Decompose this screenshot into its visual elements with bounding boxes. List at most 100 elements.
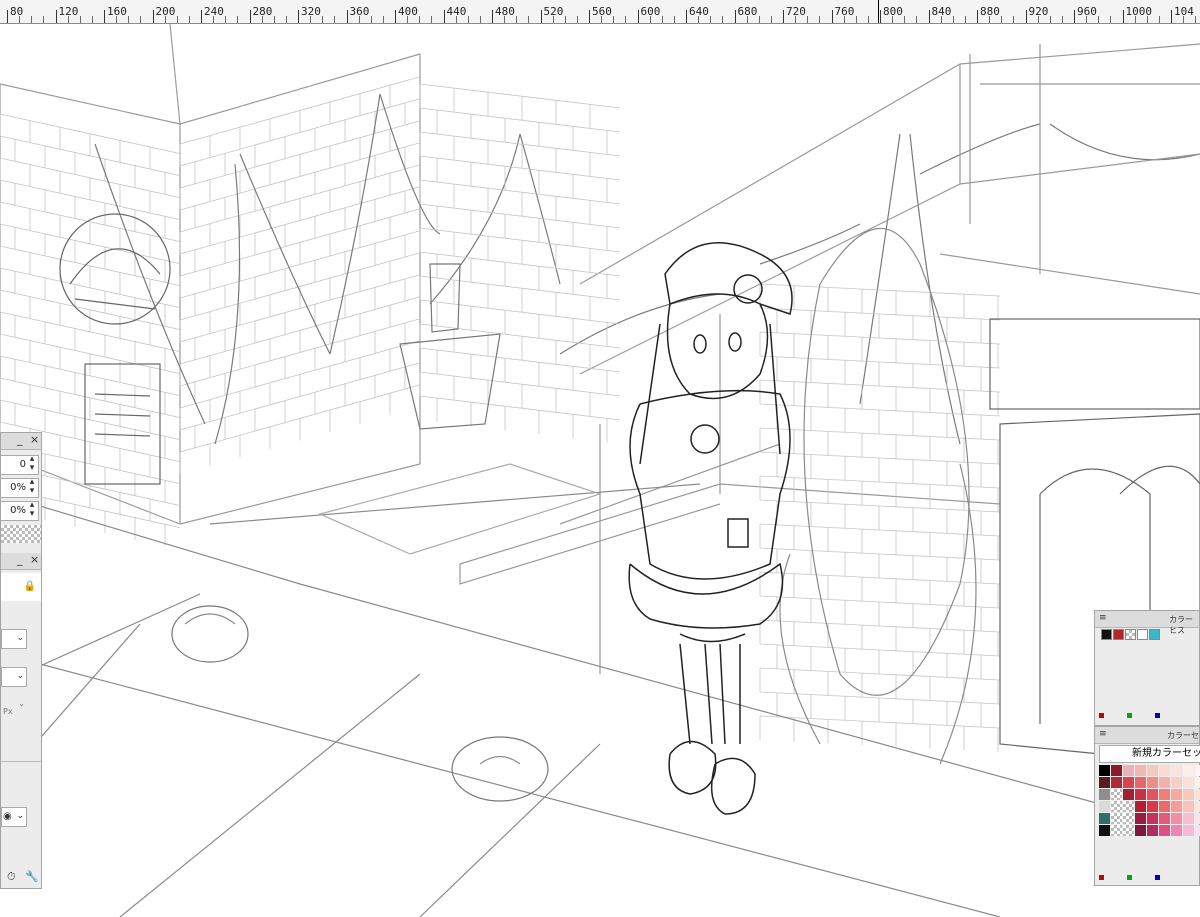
close-button[interactable]: × (30, 434, 39, 446)
color-swatch[interactable] (1135, 765, 1146, 776)
color-swatch[interactable] (1147, 813, 1158, 824)
color-swatch[interactable] (1171, 777, 1182, 788)
color-swatch[interactable] (1123, 825, 1134, 836)
color-swatch[interactable] (1147, 801, 1158, 812)
right-building-railing (459, 43, 1200, 674)
ruler-major-tick (346, 10, 348, 23)
color-swatch[interactable] (1195, 765, 1200, 776)
stepper-arrows-icon[interactable]: ▴ ▾ (27, 478, 37, 496)
color-swatch[interactable] (1171, 801, 1182, 812)
horizontal-ruler[interactable]: 80 120 160 200 240 280 320 360 400 440 480 520 560 60… (0, 0, 1200, 24)
color-swatch[interactable] (1099, 813, 1110, 824)
value-stepper-3[interactable]: 0% ▴ ▾ (1, 501, 39, 521)
stepper-arrows-icon[interactable]: ▴ ▾ (27, 501, 37, 519)
color-swatch[interactable] (1183, 801, 1194, 812)
drawing-canvas[interactable] (0, 24, 1200, 917)
color-swatch[interactable] (1123, 777, 1134, 788)
color-swatch[interactable] (1135, 801, 1146, 812)
color-swatch[interactable] (1171, 789, 1182, 800)
color-swatch[interactable] (1135, 777, 1146, 788)
color-swatch[interactable] (1171, 825, 1182, 836)
color-swatch[interactable] (1147, 789, 1158, 800)
settings-dial-icon[interactable]: ⏱ (7, 870, 16, 884)
color-swatch[interactable] (1111, 789, 1122, 800)
transparency-swatch[interactable] (1, 525, 41, 543)
history-swatch[interactable] (1137, 629, 1148, 640)
color-swatch[interactable] (1159, 789, 1170, 800)
color-swatch[interactable] (1147, 777, 1158, 788)
minimize-button[interactable]: _ (17, 554, 23, 566)
color-swatch[interactable] (1135, 825, 1146, 836)
ruler-major-tick (443, 10, 445, 23)
color-swatch[interactable] (1159, 777, 1170, 788)
history-swatch[interactable] (1101, 629, 1112, 640)
minimize-button[interactable]: _ (17, 434, 23, 446)
ruler-major-tick (492, 10, 493, 23)
blend-dropdown[interactable]: ⌄ (1, 629, 27, 649)
color-swatch[interactable] (1111, 801, 1122, 812)
color-swatch[interactable] (1183, 825, 1194, 836)
ruler-minor-tick (382, 16, 384, 23)
stepper-arrows-icon[interactable]: ▴ ▾ (27, 455, 37, 473)
color-swatch[interactable] (1099, 777, 1110, 788)
color-swatch[interactable] (1135, 813, 1146, 824)
history-swatch[interactable] (1113, 629, 1124, 640)
color-swatch[interactable] (1123, 765, 1134, 776)
color-swatch[interactable] (1099, 789, 1110, 800)
color-swatch[interactable] (1147, 825, 1158, 836)
ruler-label: 1000 (1125, 5, 1153, 18)
value-stepper-2[interactable]: 0% ▴ ▾ (1, 478, 39, 498)
wrench-icon[interactable]: 🔧 (25, 870, 39, 883)
unit-select[interactable]: Px ⌄ (1, 695, 27, 719)
chevron-down-icon: ⌄ (18, 699, 25, 708)
color-history-panel[interactable]: ≡ カラーヒス (1094, 610, 1200, 726)
color-swatch[interactable] (1147, 765, 1158, 776)
color-swatch[interactable] (1195, 789, 1200, 800)
ruler-major-tick (928, 10, 930, 23)
color-set-panel[interactable]: ≡ カラーセ 新規カラーセット (1094, 726, 1200, 886)
color-swatch[interactable] (1195, 813, 1200, 824)
shape-dropdown[interactable]: ⌄ (1, 667, 27, 687)
history-swatch[interactable] (1125, 629, 1136, 640)
color-swatch[interactable] (1159, 801, 1170, 812)
color-swatch[interactable] (1099, 825, 1110, 836)
color-swatch[interactable] (1171, 765, 1182, 776)
color-swatch[interactable] (1123, 801, 1134, 812)
color-swatch[interactable] (1123, 813, 1134, 824)
color-swatch[interactable] (1111, 777, 1122, 788)
close-button[interactable]: × (30, 554, 39, 566)
color-swatch[interactable] (1171, 813, 1182, 824)
ruler-minor-tick (710, 16, 712, 23)
color-swatch[interactable] (1183, 777, 1194, 788)
value-stepper-1[interactable]: 0 ▴ ▾ (1, 455, 39, 475)
color-swatch[interactable] (1195, 801, 1200, 812)
color-swatch[interactable] (1135, 789, 1146, 800)
ruler-major-tick (783, 10, 784, 23)
color-swatch[interactable] (1183, 765, 1194, 776)
color-swatch[interactable] (1111, 765, 1122, 776)
ruler-minor-tick (1146, 16, 1148, 23)
color-swatch[interactable] (1123, 789, 1134, 800)
color-swatch[interactable] (1195, 825, 1200, 836)
color-swatch[interactable] (1183, 813, 1194, 824)
tool-property-panel[interactable]: _ × 0 ▴ ▾ 0% ▴ ▾ 0% ▴ ▾ _ × 🔒 ⌄ ⌄ Px ⌄ ◉ ⌄ … (0, 432, 42, 889)
color-swatch[interactable] (1111, 825, 1122, 836)
color-swatch[interactable] (1099, 801, 1110, 812)
menu-icon[interactable]: ≡ (1099, 613, 1107, 623)
menu-icon[interactable]: ≡ (1099, 729, 1107, 739)
color-swatch[interactable] (1159, 813, 1170, 824)
color-swatch-grid[interactable] (1099, 765, 1200, 836)
color-swatch[interactable] (1183, 789, 1194, 800)
color-swatch[interactable] (1159, 765, 1170, 776)
color-swatch[interactable] (1111, 813, 1122, 824)
ruler-minor-tick (722, 16, 724, 23)
color-swatch[interactable] (1159, 825, 1170, 836)
color-set-select[interactable]: 新規カラーセット (1099, 745, 1200, 763)
color-swatch[interactable] (1195, 777, 1200, 788)
ruler-minor-tick (504, 16, 506, 23)
brush-shape-dropdown[interactable]: ◉ ⌄ (1, 807, 27, 827)
lock-icon[interactable]: 🔒 (24, 581, 36, 592)
history-swatch[interactable] (1149, 629, 1160, 640)
layer-row[interactable]: 🔒 (1, 573, 41, 601)
color-swatch[interactable] (1099, 765, 1110, 776)
